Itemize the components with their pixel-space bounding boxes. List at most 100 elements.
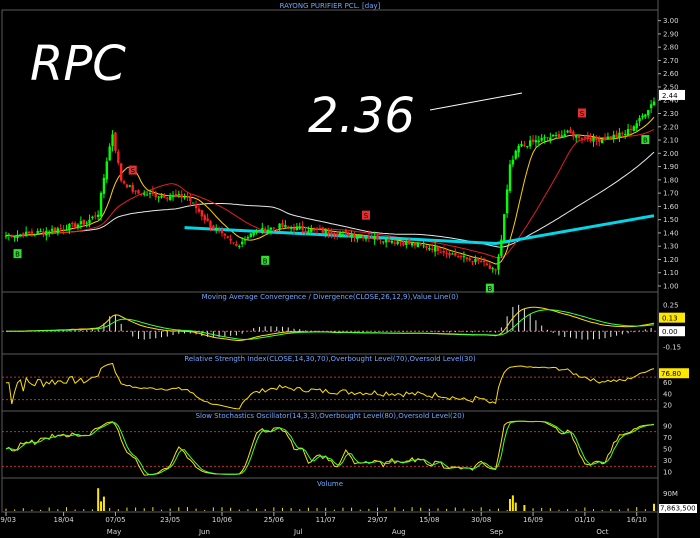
candle-body [114, 132, 117, 151]
price-tick-label: 1.00 [663, 283, 679, 291]
candle-body [367, 235, 371, 239]
candle-body [105, 161, 108, 180]
candle-body [145, 194, 149, 196]
month-label: Jun [198, 528, 210, 536]
candle-body [408, 239, 411, 244]
x-tick-label: 01/10 [575, 516, 595, 524]
candle-body [183, 197, 186, 199]
x-tick-label: 07/05 [105, 516, 125, 524]
candle-body [212, 225, 215, 229]
candle-body [480, 260, 483, 263]
candle-body [39, 231, 42, 233]
price-tick-label: 2.20 [663, 123, 679, 131]
candle-body [76, 224, 80, 229]
candle-body [166, 197, 169, 199]
candle-body [379, 238, 382, 241]
candle-body [583, 136, 587, 138]
candle-body [396, 241, 399, 244]
candle-body [137, 190, 140, 194]
candle-body [410, 242, 414, 246]
candle-body [79, 221, 83, 225]
candle-body [644, 114, 647, 117]
rsi-title: Relative Strength Index(CLOSE,14,30,70),… [184, 355, 476, 363]
candle-body [10, 234, 13, 238]
candle-body [494, 269, 497, 271]
candle-body [563, 134, 566, 138]
candle-body [359, 235, 362, 237]
candle-body [120, 163, 123, 181]
candle-body [243, 238, 247, 241]
candle-body [566, 130, 569, 133]
price-tick-label: 1.50 [663, 216, 679, 224]
candle-body [42, 231, 45, 234]
candle-body [618, 132, 621, 139]
candle-body [73, 223, 77, 227]
candle-body [272, 227, 276, 229]
month-label: Aug [392, 528, 406, 536]
candle-body [19, 234, 22, 237]
candle-body [117, 151, 120, 163]
candle-body [560, 135, 564, 137]
candle-body [364, 237, 368, 240]
candle-body [338, 233, 342, 235]
candle-body [71, 223, 74, 225]
macd-value-label: 0.13 [662, 315, 678, 323]
candle-body [154, 193, 157, 197]
candle-body [240, 241, 244, 245]
candle-body [22, 233, 25, 237]
candle-body [554, 134, 558, 136]
signal-label: S [364, 212, 369, 220]
candle-body [546, 137, 549, 139]
candle-body [384, 238, 388, 243]
candle-body [261, 227, 264, 233]
candle-body [255, 230, 258, 232]
candle-body [258, 231, 261, 233]
candle-body [647, 109, 650, 116]
candle-body [537, 140, 540, 143]
candle-body [603, 138, 607, 140]
candle-body [223, 233, 227, 236]
stoch-tick-label: 70 [663, 434, 672, 442]
candle-body [511, 159, 515, 165]
candle-body [180, 194, 183, 198]
candle-body [209, 221, 212, 227]
candle-body [269, 227, 273, 230]
candle-body [353, 234, 356, 238]
candle-body [549, 137, 552, 140]
candle-body [451, 253, 454, 255]
candle-body [226, 236, 229, 238]
candle-body [131, 185, 134, 192]
candle-body [143, 193, 146, 195]
volume-bar [102, 496, 105, 511]
signal-label: B [643, 137, 648, 145]
candle-body [393, 242, 396, 244]
candle-body [514, 150, 517, 159]
candle-body [327, 231, 330, 234]
candle-body [344, 230, 348, 233]
candle-body [477, 259, 480, 261]
candle-body [575, 134, 578, 138]
signal-label: S [580, 110, 585, 118]
macd-title: Moving Average Convergence / Divergence(… [202, 293, 459, 301]
candle-body [459, 255, 463, 258]
candle-body [528, 140, 532, 147]
candle-body [503, 214, 506, 241]
candle-body [206, 218, 209, 222]
candle-body [62, 229, 65, 231]
candle-body [36, 230, 39, 235]
stoch-tick-label: 50 [663, 445, 672, 453]
candle-body [497, 256, 500, 270]
stoch-tick-label: 30 [663, 457, 672, 465]
candle-body [321, 227, 324, 233]
candle-body [298, 226, 301, 229]
candle-body [266, 229, 270, 234]
x-tick-label: 18/04 [54, 516, 75, 524]
candle-body [50, 228, 54, 231]
price-tick-label: 3.00 [663, 17, 679, 25]
candle-body [278, 223, 281, 229]
candle-body [96, 214, 100, 217]
candle-body [376, 235, 379, 240]
candle-body [592, 136, 595, 142]
macd-zero-label: 0.00 [662, 328, 678, 336]
candle-body [151, 191, 155, 194]
